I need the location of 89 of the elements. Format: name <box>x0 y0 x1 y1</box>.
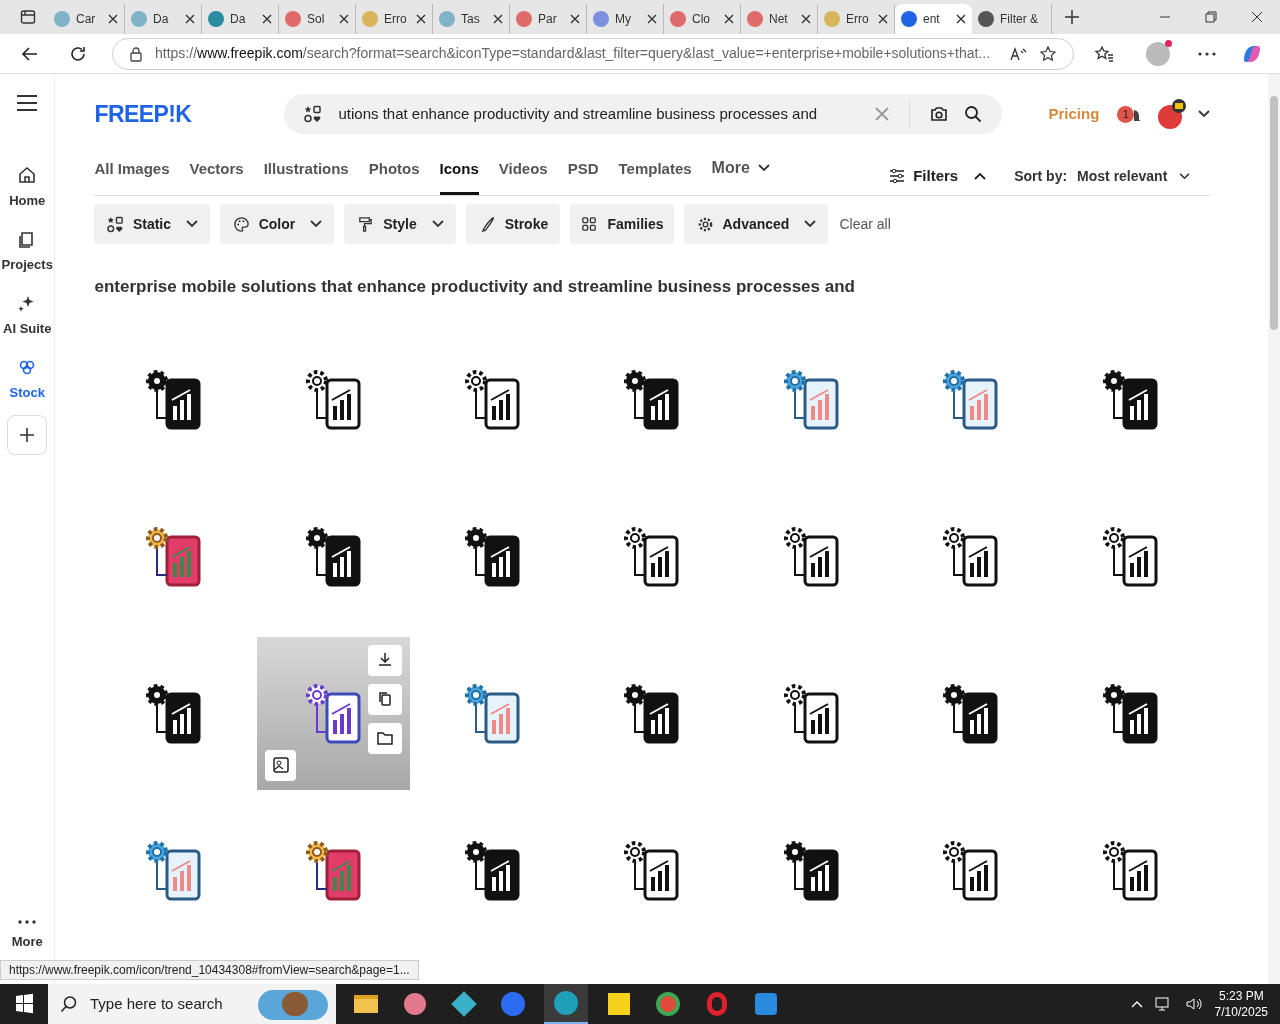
edit-image-button[interactable] <box>265 749 297 781</box>
copy-button[interactable] <box>368 683 403 715</box>
close-tab-icon[interactable] <box>878 14 888 24</box>
star-icon[interactable] <box>1039 44 1057 63</box>
search-field[interactable]: utions that enhance productivity and streamline business processes and <box>284 94 1003 134</box>
notification-count: 1 <box>1117 105 1135 123</box>
sidebar-item[interactable]: Home <box>9 165 46 229</box>
category-tab[interactable]: All Images <box>94 157 170 195</box>
folder-icon <box>376 729 395 747</box>
chevron-up-icon[interactable] <box>1130 1000 1143 1008</box>
close-tab-icon[interactable] <box>801 14 811 24</box>
profile-avatar[interactable] <box>1146 41 1170 66</box>
close-tab-icon[interactable] <box>185 14 195 24</box>
hovered-result-card[interactable] <box>257 636 411 790</box>
close-tab-icon[interactable] <box>108 14 118 24</box>
icon-type-icon[interactable] <box>304 105 323 123</box>
close-tab-icon[interactable] <box>493 14 503 24</box>
category-tab[interactable]: Icons <box>439 157 479 195</box>
more-options-icon[interactable] <box>1198 51 1216 56</box>
category-tab[interactable]: Templates <box>618 157 692 195</box>
clock[interactable]: 5:23 PM 7/10/2025 <box>1214 988 1268 1020</box>
image-edit-icon <box>271 756 290 774</box>
sidebar-item[interactable]: Projects <box>1 229 53 293</box>
status-url: https://www.freepik.com/icon/trend_10434308#fromView=search&page=1... <box>0 960 419 980</box>
sidebar-item[interactable]: Stock <box>9 357 45 421</box>
plus-icon <box>1064 9 1080 25</box>
category-tab[interactable]: Illustrations <box>263 157 349 195</box>
taskbar-search-field[interactable]: Type here to search <box>48 984 336 1024</box>
camera-icon[interactable] <box>930 106 949 122</box>
filter-button[interactable]: Advanced <box>684 204 829 244</box>
chevron-down-icon <box>757 164 770 172</box>
dots-icon <box>18 920 37 924</box>
filter-button[interactable]: Static <box>94 204 211 244</box>
more-button[interactable]: More <box>11 920 43 952</box>
home-icon <box>17 165 38 185</box>
sort-label: Sort by: <box>1014 167 1068 186</box>
grid-icon <box>581 215 599 233</box>
close-tab-icon[interactable] <box>647 14 657 24</box>
close-tab-icon[interactable] <box>724 14 734 24</box>
clear-all-link[interactable]: Clear all <box>839 213 891 235</box>
shapes-icon <box>106 215 124 233</box>
category-tab[interactable]: Photos <box>368 157 420 195</box>
freepik-logo[interactable]: FREEP!K <box>94 96 285 132</box>
category-tab[interactable]: More <box>711 156 770 195</box>
close-tab-icon[interactable] <box>956 14 966 24</box>
sidebar-item[interactable]: AI Suite <box>3 293 52 357</box>
chevron-down-icon <box>431 220 444 228</box>
folder-button[interactable] <box>368 722 403 754</box>
search-icon <box>60 995 78 1013</box>
chevron-up-icon <box>974 171 987 180</box>
chevron-down-icon <box>804 220 817 228</box>
paint-roller-icon <box>357 215 375 233</box>
close-tab-icon[interactable] <box>339 14 349 24</box>
search-query-text: utions that enhance productivity and streamline business processes and <box>338 103 819 124</box>
search-highlight-drawing <box>258 990 328 1020</box>
gear-icon <box>696 215 714 233</box>
menu-icon[interactable] <box>17 95 38 111</box>
palette-icon <box>232 215 250 233</box>
filter-button[interactable]: Stroke <box>466 204 561 244</box>
close-tab-icon[interactable] <box>416 14 426 24</box>
close-tab-icon[interactable] <box>570 14 580 24</box>
chevron-down-icon[interactable] <box>1198 110 1211 118</box>
search-icon[interactable] <box>964 105 983 123</box>
read-aloud-icon[interactable] <box>1009 45 1027 62</box>
chevron-down-icon <box>1179 173 1191 180</box>
filter-button[interactable]: Style <box>344 204 457 244</box>
browser-tab[interactable]: ent <box>895 4 972 34</box>
plus-icon <box>19 427 36 443</box>
close-tab-icon[interactable] <box>262 14 272 24</box>
taskbar-search-placeholder: Type here to search <box>90 993 223 1014</box>
filter-button[interactable]: Color <box>220 204 335 244</box>
filter-button[interactable]: Families <box>570 204 675 244</box>
chevron-down-icon <box>310 220 323 228</box>
sliders-icon <box>889 168 906 183</box>
lock-icon <box>129 45 143 62</box>
user-avatar[interactable] <box>1158 99 1187 129</box>
category-tab[interactable]: Vectors <box>189 157 244 195</box>
category-tab[interactable]: PSD <box>567 157 599 195</box>
scrollbar[interactable] <box>1268 74 1280 984</box>
sort-dropdown[interactable]: Most relevant <box>1077 166 1191 195</box>
filters-toggle[interactable]: Filters <box>889 164 987 195</box>
chevron-down-icon <box>186 220 199 228</box>
volume-icon[interactable] <box>1184 996 1203 1012</box>
add-button[interactable] <box>7 415 48 455</box>
download-button[interactable] <box>368 644 403 676</box>
category-tab[interactable]: Videos <box>498 157 548 195</box>
results-heading: enterprise mobile solutions that enhance productivity and streamline business processes and <box>94 276 856 298</box>
url-text: https://www.freepik.com/search?format=search&iconType=standard&last_filter=query&last_value=+enterprise+mobile+solutions+that... <box>155 44 992 63</box>
edge-icon[interactable] <box>544 984 588 1024</box>
